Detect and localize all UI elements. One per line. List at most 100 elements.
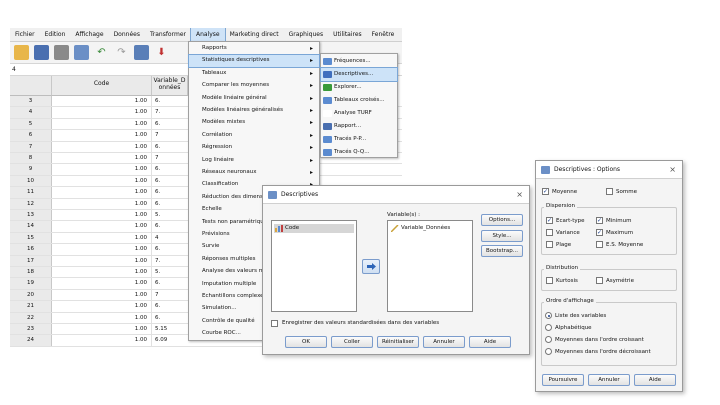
cell-variable[interactable]: 6. xyxy=(152,187,188,197)
cell-variable[interactable]: 6. xyxy=(152,164,188,174)
analyse-menu-item[interactable]: Rapports ▸ xyxy=(189,43,319,55)
cancel-button[interactable]: Annuler xyxy=(423,336,465,348)
cell-code[interactable]: 1.00 xyxy=(52,107,152,118)
analyse-menu-item[interactable]: Corrélation ▸ xyxy=(189,130,319,142)
row-number[interactable]: 20 xyxy=(10,289,52,301)
row-number[interactable]: 5 xyxy=(10,118,52,130)
cell-variable[interactable]: 5.15 xyxy=(152,324,188,334)
cell-code[interactable]: 1.00 xyxy=(52,312,152,323)
cell-code[interactable]: 1.00 xyxy=(52,187,152,198)
menu-2[interactable]: Affichage xyxy=(70,28,108,42)
goto-case-icon[interactable] xyxy=(134,45,149,60)
order-variable-list-radio[interactable] xyxy=(545,312,552,319)
cell-code[interactable]: 1.00 xyxy=(52,198,152,209)
row-number[interactable]: 23 xyxy=(10,324,52,335)
maximum-checkbox[interactable]: ✓ xyxy=(596,229,603,236)
undo-icon[interactable]: ↶ xyxy=(94,45,109,60)
cell-variable[interactable]: 6. xyxy=(152,142,188,152)
analyse-menu-item[interactable]: Modèles mixtes ▸ xyxy=(189,117,319,129)
ok-button[interactable]: OK xyxy=(285,336,327,348)
analyse-menu-item[interactable]: Modèles linéaires généralisés ▸ xyxy=(189,105,319,117)
cell-code[interactable]: 1.00 xyxy=(52,267,152,278)
kurtosis-checkbox[interactable] xyxy=(546,277,553,284)
row-number[interactable]: 24 xyxy=(10,335,52,346)
row-number[interactable]: 7 xyxy=(10,141,52,152)
row-number[interactable]: 12 xyxy=(10,198,52,209)
cell-code[interactable]: 1.00 xyxy=(52,244,152,255)
se-mean-checkbox[interactable] xyxy=(596,241,603,248)
cell-variable[interactable]: 6. xyxy=(152,96,188,106)
cell-variable[interactable]: 4 xyxy=(152,233,188,243)
submenu-item[interactable]: Tracés Q-Q... xyxy=(321,146,397,159)
sum-checkbox[interactable] xyxy=(606,188,613,195)
cell-code[interactable]: 1.00 xyxy=(52,130,152,141)
cell-variable[interactable]: 6. xyxy=(152,199,188,209)
print-icon[interactable] xyxy=(54,45,69,60)
row-number[interactable]: 13 xyxy=(10,210,52,221)
menu-5[interactable]: Analyse xyxy=(189,28,226,43)
cell-variable[interactable]: 6. xyxy=(152,221,188,231)
cell-variable[interactable]: 6.09 xyxy=(152,335,188,345)
cell-code[interactable]: 1.00 xyxy=(52,232,152,244)
analyse-menu-item[interactable]: Réseaux neuronaux ▸ xyxy=(189,167,319,179)
analyse-menu-item[interactable]: Régression ▸ xyxy=(189,142,319,154)
cell-code[interactable]: 1.00 xyxy=(52,221,152,232)
range-checkbox[interactable] xyxy=(546,241,553,248)
analyse-menu-item[interactable]: Comparer les moyennes ▸ xyxy=(189,80,319,92)
menu-4[interactable]: Transformer xyxy=(145,28,191,42)
cell-code[interactable]: 1.00 xyxy=(52,210,152,221)
cell-variable[interactable]: 6. xyxy=(152,244,188,254)
save-standardized-checkbox[interactable] xyxy=(271,320,278,327)
cell-variable[interactable]: 6. xyxy=(152,119,188,129)
row-number[interactable]: 19 xyxy=(10,278,52,289)
menu-3[interactable]: Données xyxy=(109,28,145,42)
row-number[interactable]: 6 xyxy=(10,130,52,141)
source-variable-list[interactable]: Code xyxy=(271,220,357,312)
cell-code[interactable]: 1.00 xyxy=(52,153,152,164)
submenu-item[interactable]: Fréquences... xyxy=(321,55,397,68)
row-number[interactable]: 9 xyxy=(10,164,52,175)
skewness-checkbox[interactable] xyxy=(596,277,603,284)
cell-variable[interactable]: 6. xyxy=(152,313,188,323)
minimum-checkbox[interactable]: ✓ xyxy=(596,217,603,224)
cell-variable[interactable]: 5. xyxy=(152,267,188,277)
cell-code[interactable]: 1.00 xyxy=(52,118,152,130)
row-number[interactable]: 21 xyxy=(10,301,52,312)
cell-variable[interactable]: 6. xyxy=(152,176,188,186)
analyse-menu-item[interactable]: Statistiques descriptives ▸ xyxy=(188,54,320,68)
submenu-item[interactable]: Analyse TURF xyxy=(321,107,397,120)
options-cancel-button[interactable]: Annuler xyxy=(588,374,630,386)
menu-1[interactable]: Edition xyxy=(40,28,71,42)
submenu-item[interactable]: Tracés P-P... xyxy=(321,133,397,146)
row-number[interactable]: 14 xyxy=(10,221,52,232)
cell-code[interactable]: 1.00 xyxy=(52,301,152,312)
order-descending-radio[interactable] xyxy=(545,348,552,355)
submenu-item[interactable]: Tableaux croisés... xyxy=(321,94,397,107)
submenu-item[interactable]: Rapport... xyxy=(321,120,397,133)
dialog-recall-icon[interactable] xyxy=(74,45,89,60)
redo-icon[interactable]: ↷ xyxy=(114,45,129,60)
analyse-menu-item[interactable]: Log linéaire ▸ xyxy=(189,155,319,167)
row-number[interactable]: 15 xyxy=(10,232,52,244)
cell-variable[interactable]: 7. xyxy=(152,107,188,117)
save-icon[interactable] xyxy=(34,45,49,60)
menu-0[interactable]: Fichier xyxy=(10,28,40,42)
close-icon[interactable]: × xyxy=(669,161,676,179)
variance-checkbox[interactable] xyxy=(546,229,553,236)
row-number[interactable]: 8 xyxy=(10,153,52,164)
submenu-item[interactable]: Descriptives... xyxy=(320,67,398,82)
column-header-variable[interactable]: Variable_D onnées xyxy=(152,76,188,96)
analyse-menu-item[interactable]: Tableaux ▸ xyxy=(189,68,319,80)
menu-9[interactable]: Fenêtre xyxy=(367,28,400,42)
mean-checkbox[interactable]: ✓ xyxy=(542,188,549,195)
cell-code[interactable]: 1.00 xyxy=(52,278,152,289)
cell-code[interactable]: 1.00 xyxy=(52,141,152,152)
row-number[interactable]: 22 xyxy=(10,312,52,323)
cell-variable[interactable]: 7 xyxy=(152,130,188,140)
move-variable-button[interactable] xyxy=(362,259,380,274)
cell-code[interactable]: 1.00 xyxy=(52,164,152,175)
std-dev-checkbox[interactable]: ✓ xyxy=(546,217,553,224)
menu-7[interactable]: Graphiques xyxy=(284,28,329,42)
menu-10[interactable]: Aide xyxy=(399,28,402,42)
cell-variable[interactable]: 7 xyxy=(152,153,188,163)
